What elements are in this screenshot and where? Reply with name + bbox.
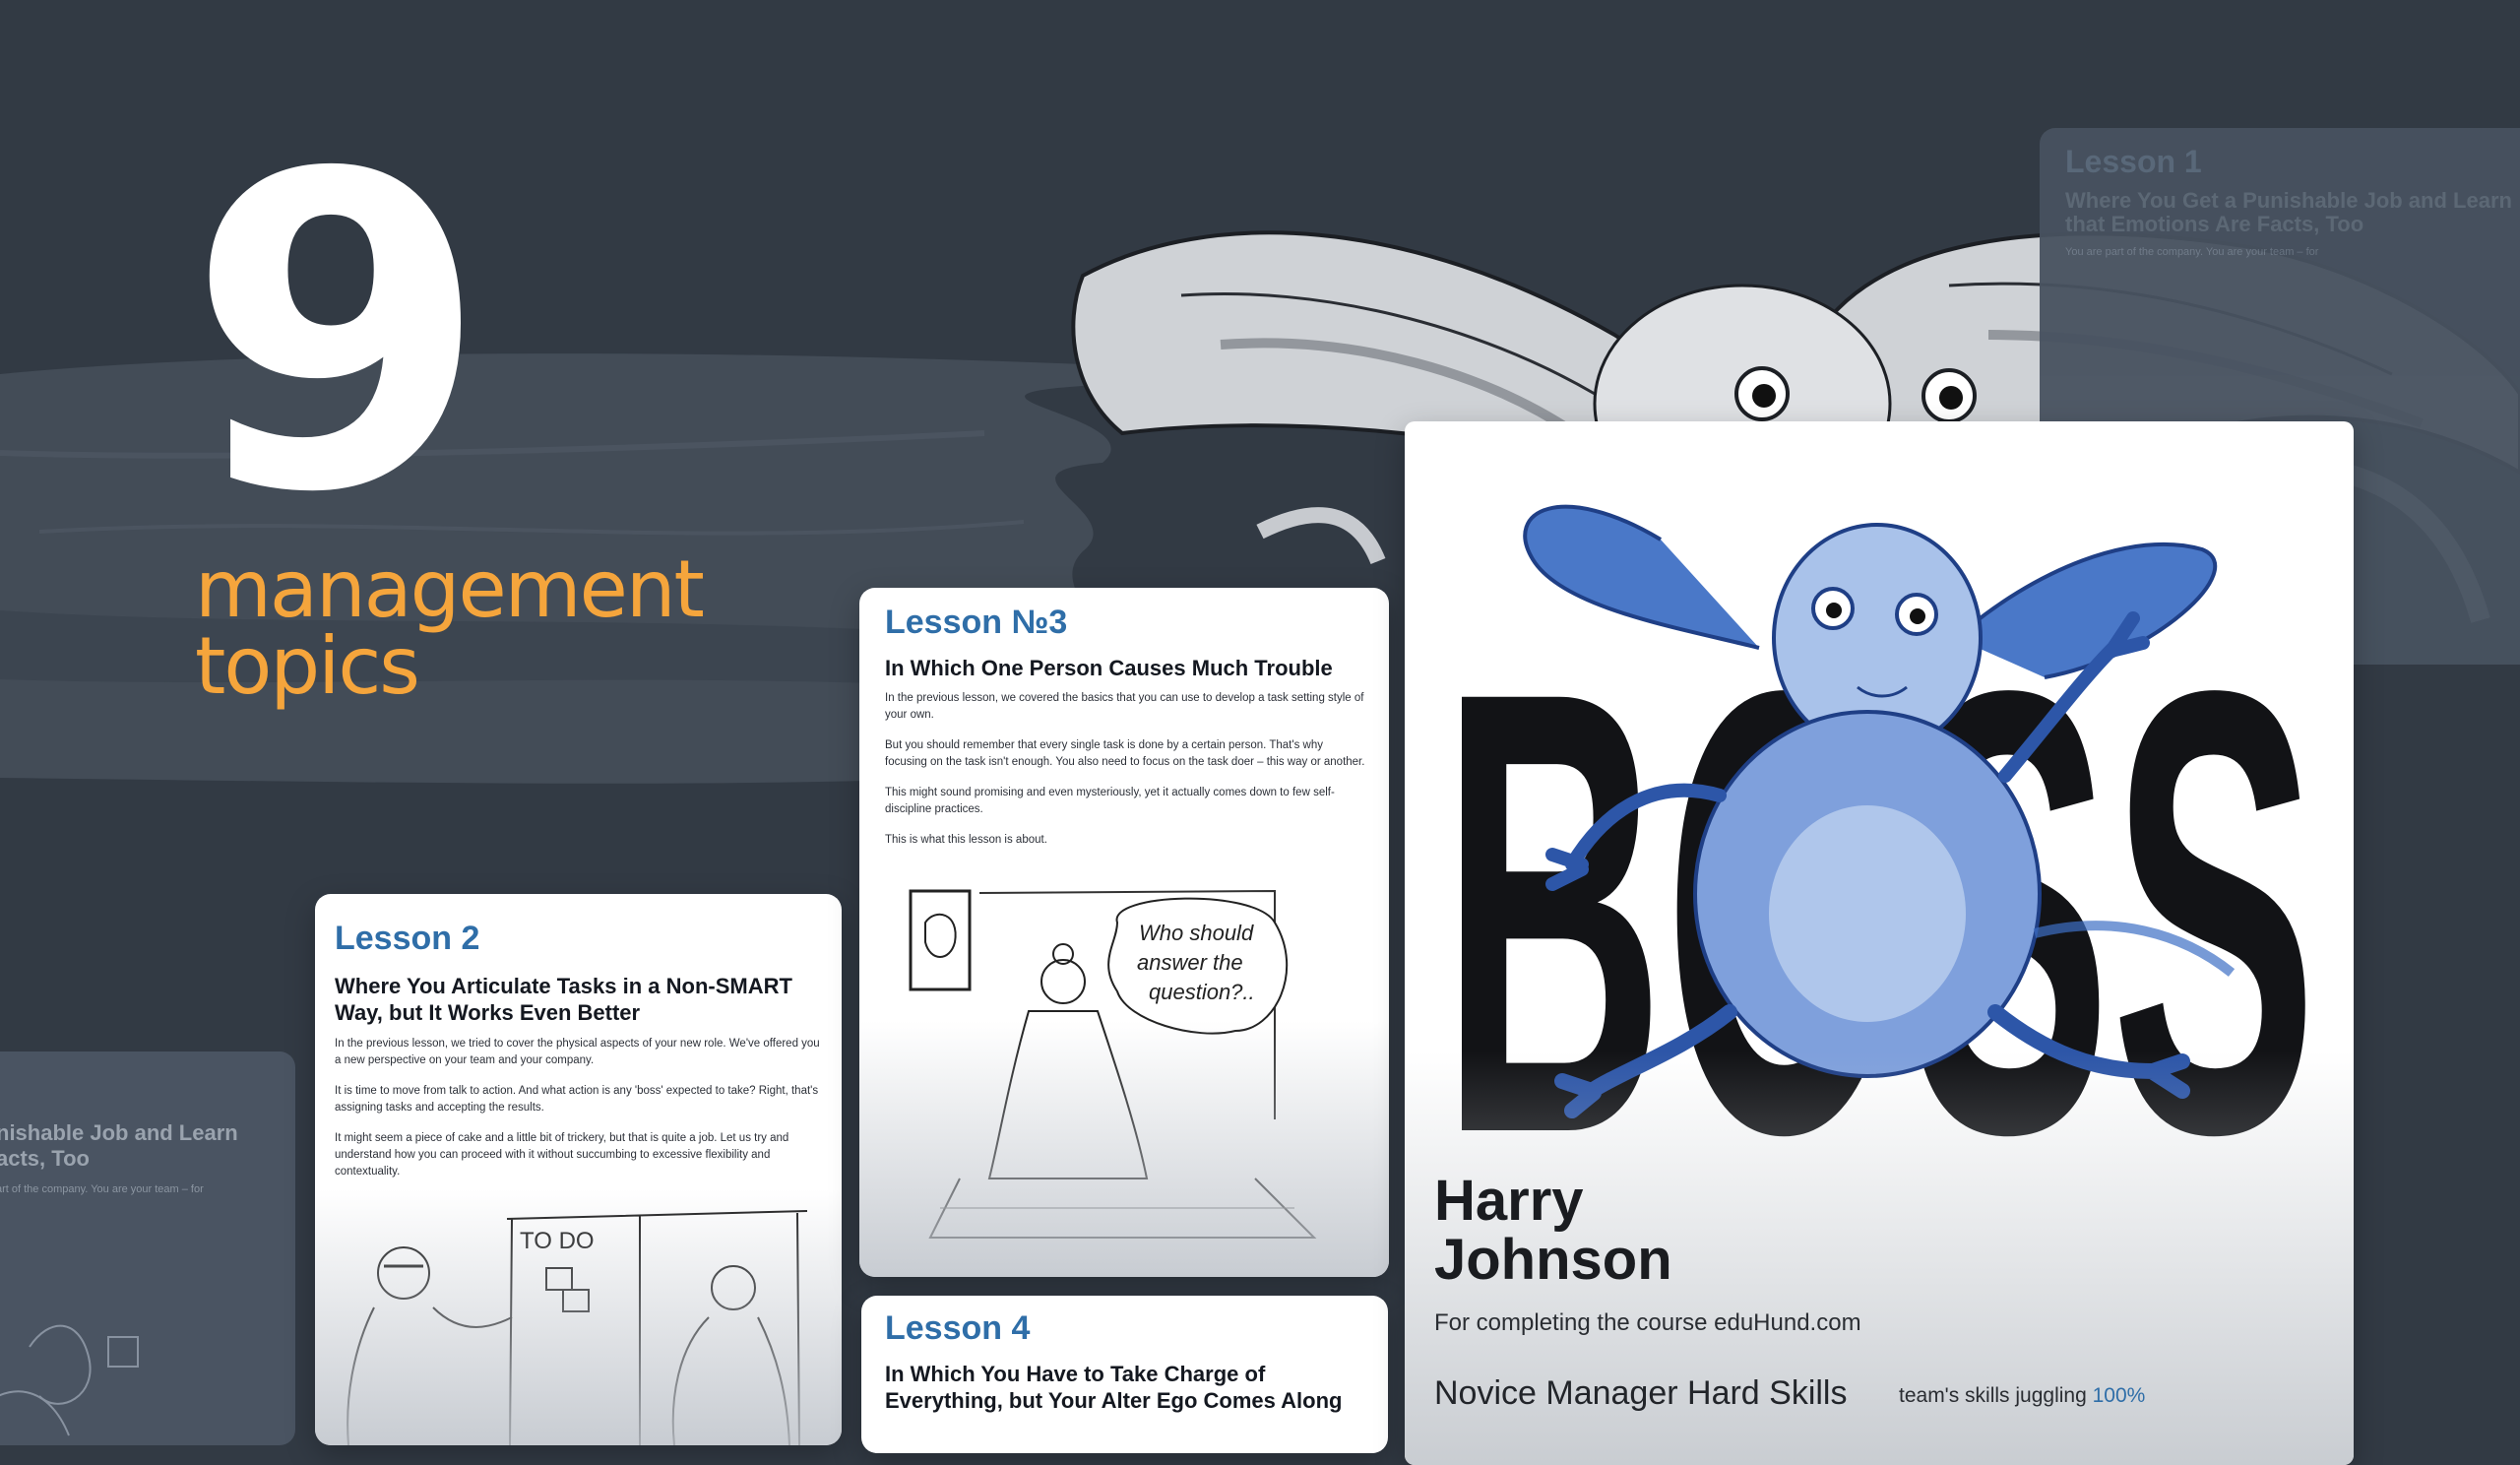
- hero-number: 9: [187, 83, 488, 587]
- lesson-label: Lesson 1: [2065, 144, 2202, 179]
- lesson-excerpt: art of the company. You are your team – …: [0, 1183, 204, 1195]
- skill-value: 100%: [2092, 1384, 2146, 1407]
- lesson-sketch-illustration: [0, 1324, 139, 1436]
- lesson-paragraph: It is time to move from talk to action. …: [335, 1085, 819, 1114]
- todo-board-sketch: TO DO: [346, 1210, 808, 1445]
- lesson-card-3[interactable]: Lesson №3 In Which One Person Causes Muc…: [859, 588, 1389, 1277]
- lesson-body: In the previous lesson, we tried to cove…: [335, 1036, 822, 1194]
- lesson-title: Where You Articulate Tasks in a Non-SMAR…: [335, 974, 792, 1025]
- recipient-last-name: Johnson: [1434, 1228, 1672, 1292]
- lesson-card-2[interactable]: Lesson 2 Where You Articulate Tasks in a…: [315, 894, 842, 1445]
- lesson-card-ghost-left[interactable]: nishable Job and Learn acts, Too art of …: [0, 1051, 295, 1445]
- teacher-sketch: Who should answer the question?..: [909, 889, 1317, 1239]
- recipient-first-name: Harry: [1434, 1169, 1584, 1233]
- course-line: For completing the course eduHund.com: [1434, 1309, 1861, 1336]
- hero-subtitle: management topics: [195, 543, 707, 712]
- lesson-card-4[interactable]: Lesson 4 In Which You Have to Take Charg…: [861, 1296, 1388, 1453]
- lesson-body: In the previous lesson, we covered the b…: [885, 690, 1367, 862]
- lesson-label: Lesson №3: [885, 604, 1068, 641]
- speech-line-3: question?..: [1149, 980, 1255, 1004]
- speech-line-1: Who should: [1139, 921, 1254, 945]
- lesson-label: Lesson 4: [885, 1309, 1031, 1347]
- certificate-artwork: BOSS: [1441, 504, 2317, 1170]
- lesson-label: Lesson 2: [335, 920, 480, 957]
- sketch-label: TO DO: [520, 1228, 595, 1254]
- lesson-paragraph: In the previous lesson, we covered the b…: [885, 692, 1364, 721]
- lesson-paragraph: But you should remember that every singl…: [885, 739, 1365, 768]
- hero-subtitle-line-1: management: [195, 543, 705, 635]
- lesson-paragraph: This might sound promising and even myst…: [885, 787, 1335, 815]
- lesson-paragraph: It might seem a piece of cake and a litt…: [335, 1132, 789, 1178]
- course-name: Novice Manager Hard Skills: [1434, 1374, 1848, 1412]
- lesson-excerpt: You are part of the company. You are you…: [2065, 246, 2319, 258]
- lesson-paragraph: This is what this lesson is about.: [885, 834, 1047, 846]
- certificate-card[interactable]: BOSS Harry Johnson For completing the co…: [1405, 421, 2354, 1465]
- recipient-name: Harry Johnson: [1434, 1172, 1672, 1290]
- speech-line-2: answer the: [1137, 950, 1243, 975]
- lesson-paragraph: In the previous lesson, we tried to cove…: [335, 1038, 820, 1066]
- lesson-title: nishable Job and Learn acts, Too: [0, 1120, 238, 1171]
- skill-row: team's skills juggling 100%: [1899, 1384, 2145, 1408]
- skill-label: team's skills juggling: [1899, 1384, 2087, 1407]
- lesson-title: Where You Get a Punishable Job and Learn…: [2065, 188, 2512, 236]
- lesson-title: In Which You Have to Take Charge of Ever…: [885, 1362, 1343, 1413]
- hero-subtitle-line-2: topics: [195, 620, 420, 712]
- lesson-title: In Which One Person Causes Much Trouble: [885, 656, 1333, 680]
